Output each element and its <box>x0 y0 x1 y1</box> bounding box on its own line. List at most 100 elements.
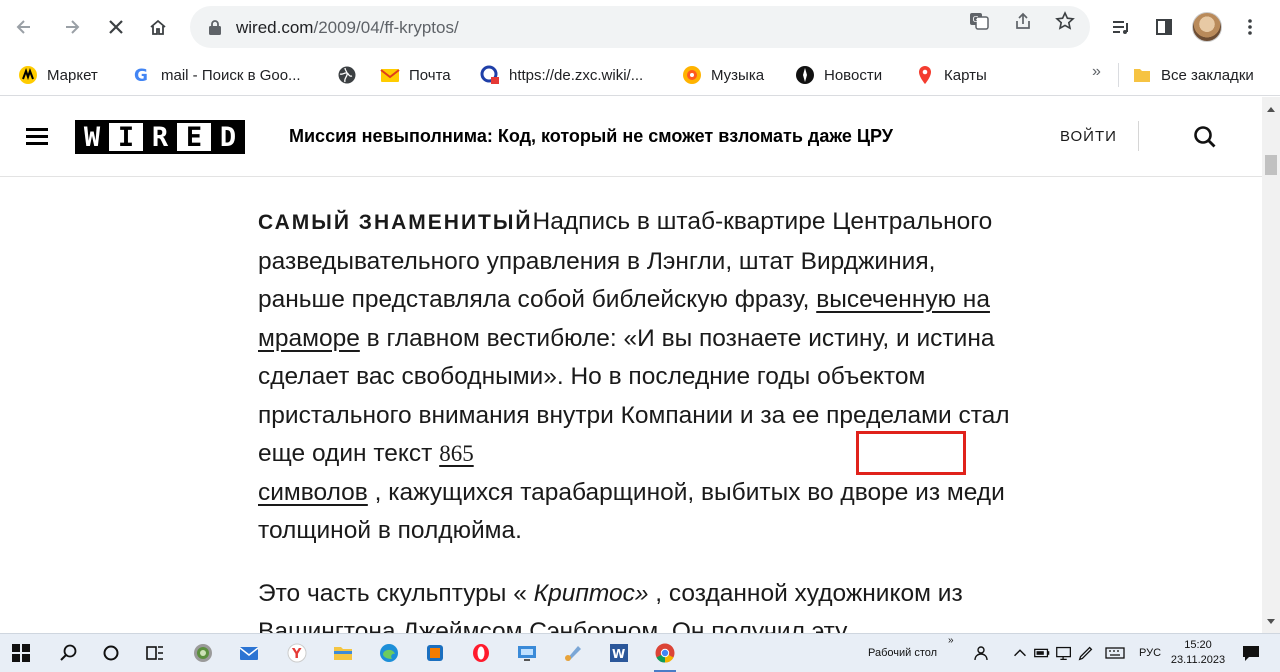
notifications-icon[interactable] <box>1240 640 1262 666</box>
language-indicator[interactable]: РУС <box>1139 647 1161 659</box>
search-icon[interactable] <box>1192 124 1218 150</box>
profile-avatar[interactable] <box>1192 12 1222 42</box>
bookmark-label: Музыка <box>711 66 765 84</box>
hamburger-menu-icon[interactable] <box>26 128 48 146</box>
stop-loading-icon[interactable] <box>100 11 132 43</box>
bookmark-label: Карты <box>944 66 987 84</box>
paragraph-text: Это часть скульптуры « <box>258 579 534 607</box>
app-globe-icon[interactable] <box>190 640 216 666</box>
remote-desktop-icon[interactable] <box>514 640 540 666</box>
logo-letter: D <box>211 120 245 154</box>
bookmark-label: Маркет <box>47 66 98 84</box>
paragraph-text: , кажущихся тарабарщиной, выбитых во дво… <box>258 478 1005 545</box>
desktop-toolbar-label[interactable]: Рабочий стол <box>868 647 937 659</box>
paint-icon[interactable] <box>560 640 586 666</box>
pen-icon[interactable] <box>1076 640 1096 666</box>
bookmarks-overflow-button[interactable]: » <box>1092 63 1101 81</box>
maps-pin-icon <box>915 65 935 85</box>
login-link[interactable]: ВОЙТИ <box>1060 128 1117 145</box>
google-icon: G <box>132 65 152 85</box>
bookmark-maps[interactable]: Карты <box>915 63 987 87</box>
bookmark-label: https://de.zxc.wiki/... <box>509 66 644 84</box>
bookmark-wiki[interactable]: https://de.zxc.wiki/... <box>480 63 643 87</box>
svg-text:Y: Y <box>291 647 302 662</box>
music-icon <box>682 65 702 85</box>
bookmark-label: mail - Поиск в Goo... <box>161 66 301 84</box>
bookmark-mail[interactable]: Почта <box>380 63 451 87</box>
chrome-icon[interactable] <box>652 640 678 672</box>
url-text[interactable]: wired.com/2009/04/ff-kryptos/ <box>236 18 459 38</box>
cortana-icon[interactable] <box>98 640 124 666</box>
all-bookmarks-label: Все закладки <box>1161 66 1254 84</box>
scroll-thumb[interactable] <box>1265 155 1277 175</box>
back-arrow-icon[interactable] <box>8 11 40 43</box>
home-icon[interactable] <box>142 11 174 43</box>
svg-text:W: W <box>612 647 625 661</box>
globe-icon <box>337 65 357 85</box>
mail-icon <box>380 65 400 85</box>
scroll-up-arrow-icon[interactable] <box>1267 107 1275 112</box>
windows-start-icon[interactable] <box>8 640 34 666</box>
svg-text:G: G <box>973 15 979 24</box>
mail-app-icon[interactable] <box>236 640 262 666</box>
bookmark-star-icon[interactable] <box>1054 10 1076 32</box>
lock-icon[interactable] <box>208 19 222 35</box>
page-scrollbar[interactable] <box>1262 97 1280 633</box>
opera-icon[interactable] <box>468 640 494 666</box>
forward-arrow-icon[interactable] <box>56 11 88 43</box>
news-icon <box>795 65 815 85</box>
yandex-market-icon <box>18 65 38 85</box>
red-highlight-box <box>856 431 966 475</box>
people-icon[interactable] <box>972 640 994 666</box>
header-article-title: Миссия невыполнима: Код, который не смож… <box>289 126 893 146</box>
symbols-link[interactable]: символов <box>258 479 368 506</box>
logo-letter: I <box>109 120 143 154</box>
windows-taskbar: Y W Рабочий стол » РУС 15:20 23.11.2023 <box>0 633 1280 672</box>
touch-keyboard-icon[interactable] <box>1102 640 1128 666</box>
edge-icon[interactable] <box>376 640 402 666</box>
wired-logo[interactable]: W I R E D <box>75 120 245 154</box>
toolbar-expand-icon[interactable]: » <box>948 635 954 646</box>
lead-in: САМЫЙ ЗНАМЕНИТЫЙ <box>258 211 533 234</box>
article-body: САМЫЙ ЗНАМЕНИТЫЙНадпись в штаб-квартире … <box>258 203 1018 652</box>
bookmarks-bar: Маркет G mail - Поиск в Goo... Почта htt… <box>0 54 1280 96</box>
bookmarks-divider <box>1118 63 1119 87</box>
article-paragraph: САМЫЙ ЗНАМЕНИТЫЙНадпись в штаб-квартире … <box>258 203 1018 551</box>
word-icon[interactable]: W <box>606 640 632 666</box>
kryptos-title: Криптос» <box>533 579 649 607</box>
scroll-down-arrow-icon[interactable] <box>1267 619 1275 624</box>
folder-icon <box>1132 65 1152 85</box>
logo-letter: E <box>177 120 211 154</box>
svg-text:G: G <box>134 66 148 85</box>
system-clock[interactable]: 15:20 23.11.2023 <box>1168 638 1228 668</box>
file-explorer-icon[interactable] <box>330 640 356 666</box>
bookmark-news[interactable]: Новости <box>795 63 882 87</box>
wiki-icon <box>480 65 500 85</box>
bookmark-label: Новости <box>824 66 883 84</box>
logo-letter: R <box>143 120 177 154</box>
address-bar[interactable]: wired.com/2009/04/ff-kryptos/ <box>190 6 1090 48</box>
clock-date: 23.11.2023 <box>1170 654 1226 666</box>
header-divider <box>1138 121 1139 151</box>
all-bookmarks-button[interactable]: Все закладки <box>1132 63 1254 87</box>
side-panel-icon[interactable] <box>1148 11 1180 43</box>
battery-icon[interactable] <box>1032 640 1052 666</box>
translate-icon[interactable]: G <box>968 10 990 32</box>
reading-list-icon[interactable] <box>1104 11 1136 43</box>
more-menu-icon[interactable] <box>1234 11 1266 43</box>
network-icon[interactable] <box>1054 640 1074 666</box>
bookmark-label: Почта <box>409 66 451 84</box>
browser-toolbar: wired.com/2009/04/ff-kryptos/ G <box>0 0 1280 54</box>
share-icon[interactable] <box>1012 10 1034 32</box>
bookmark-globe[interactable] <box>337 63 366 87</box>
865-link[interactable]: 865 <box>439 441 474 466</box>
site-header: W I R E D Миссия невыполнима: Код, котор… <box>0 97 1262 177</box>
taskbar-search-icon[interactable] <box>56 640 82 666</box>
bookmark-music[interactable]: Музыка <box>682 63 764 87</box>
yandex-browser-icon[interactable]: Y <box>284 640 310 666</box>
task-view-icon[interactable] <box>142 640 168 666</box>
media-player-icon[interactable] <box>422 640 448 666</box>
tray-chevron-up-icon[interactable] <box>1010 640 1030 666</box>
bookmark-market[interactable]: Маркет <box>18 63 98 87</box>
bookmark-google-search[interactable]: G mail - Поиск в Goo... <box>132 63 301 87</box>
